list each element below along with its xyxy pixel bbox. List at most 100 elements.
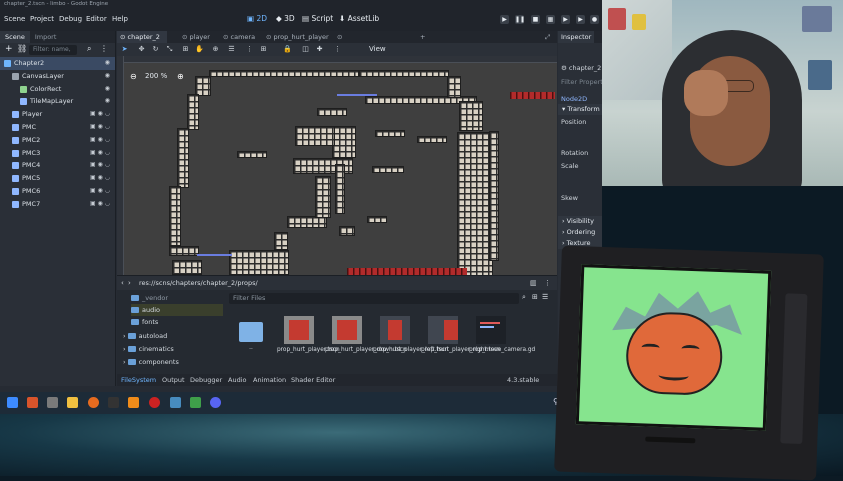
grid-snap-icon[interactable]: ⊞: [259, 45, 268, 54]
folder-cinematics[interactable]: › cinematics: [123, 343, 174, 355]
visibility-icon[interactable]: ◉: [105, 57, 110, 70]
scene-node-chapter2[interactable]: Chapter2 ◉: [0, 57, 115, 70]
tab-chapter-2[interactable]: ⊙ chapter_2 ✕: [117, 31, 167, 53]
select-tool-icon[interactable]: ➤: [120, 45, 129, 54]
section-visibility[interactable]: › Visibility: [558, 216, 602, 227]
lock-icon[interactable]: 🔒: [283, 45, 292, 54]
group-icon[interactable]: ◫: [301, 45, 310, 54]
visibility-icon[interactable]: ▣ ◉ ◡: [90, 185, 110, 198]
menu-dots-icon[interactable]: ⋮: [100, 44, 108, 53]
visibility-icon[interactable]: ◉: [105, 70, 110, 83]
scene-node-pmc3[interactable]: PMC3 ▣ ◉ ◡: [0, 147, 115, 160]
workspace-2d[interactable]: ▣ 2D: [247, 14, 267, 23]
split-view-icon[interactable]: ▥: [530, 279, 537, 287]
view-menu-icon[interactable]: ⋮: [333, 45, 342, 54]
app-icon[interactable]: [47, 397, 58, 408]
visibility-icon[interactable]: ▣ ◉ ◡: [90, 159, 110, 172]
obs-icon[interactable]: [149, 397, 160, 408]
zoom-level[interactable]: 200 %: [145, 72, 167, 80]
menu-debug[interactable]: Debug: [59, 15, 82, 23]
scene-filter-input[interactable]: Filter: name,: [29, 45, 77, 55]
scene-node-pmc4[interactable]: PMC4 ▣ ◉ ◡: [0, 159, 115, 172]
files-filter-input[interactable]: Filter Files: [229, 293, 519, 304]
tab-audio[interactable]: Audio: [228, 374, 246, 386]
tab-prop-hurt-player-left[interactable]: ⊙ prop_hurt_player_left: [334, 31, 412, 53]
folder-autoload[interactable]: › autoload: [123, 330, 167, 342]
rotate-tool-icon[interactable]: ↻: [151, 45, 160, 54]
pause-icon[interactable]: ❚❚: [515, 15, 525, 24]
back-icon[interactable]: ‹: [121, 279, 124, 287]
scene-node-pmc7[interactable]: PMC7 ▣ ◉ ◡: [0, 198, 115, 211]
vlc-icon[interactable]: [128, 397, 139, 408]
tab-player[interactable]: ⊙ player: [179, 31, 219, 43]
workspace-script[interactable]: ▤ Script: [302, 14, 333, 23]
scene-node-colorrect[interactable]: ColorRect ◉: [0, 83, 115, 96]
movie-icon[interactable]: ●: [590, 15, 599, 24]
link-icon[interactable]: ⛓: [17, 44, 27, 53]
folder-audio[interactable]: audio: [131, 304, 223, 316]
tab-camera[interactable]: ⊙ camera: [220, 31, 262, 43]
fs-menu-icon[interactable]: ⋮: [544, 279, 551, 287]
file-parent-folder[interactable]: ..: [229, 316, 273, 352]
scene-node-pmc6[interactable]: PMC6 ▣ ◉ ◡: [0, 185, 115, 198]
scene-node-pmc[interactable]: PMC ▣ ◉ ◡: [0, 121, 115, 134]
add-node-icon[interactable]: +: [5, 44, 13, 54]
tab-output[interactable]: Output: [162, 374, 185, 386]
visibility-icon[interactable]: ▣ ◉ ◡: [90, 198, 110, 211]
menu-project[interactable]: Project: [30, 15, 54, 23]
list-tool-icon[interactable]: ☰: [227, 45, 236, 54]
firefox-icon[interactable]: [88, 397, 99, 408]
godot-icon[interactable]: [170, 397, 181, 408]
windows-start-icon[interactable]: [7, 397, 18, 408]
file-prop-move-camera[interactable]: prop_move_camera.gd: [469, 316, 535, 354]
file-prop-hurt-player[interactable]: prop_hurt_player.tscn: [277, 316, 340, 354]
remote-debug-icon[interactable]: ▦: [546, 15, 555, 24]
play-icon[interactable]: ▶: [500, 15, 509, 24]
file-prop-hurt-player-left[interactable]: prop_hurt_player_left.tscn: [373, 316, 448, 354]
tab-debugger[interactable]: Debugger: [190, 374, 222, 386]
add-tab-icon[interactable]: +: [417, 31, 427, 43]
visibility-icon[interactable]: ▣ ◉ ◡: [90, 108, 110, 121]
search-files-icon[interactable]: ⌕: [522, 293, 526, 302]
distraction-free-icon[interactable]: ⤢: [542, 31, 552, 43]
play-custom-icon[interactable]: ▶: [576, 15, 585, 24]
file-prop-hurt-player-right[interactable]: prop_hurt_player_right.tscn: [421, 316, 501, 354]
scale-tool-icon[interactable]: ⤡: [165, 45, 174, 54]
menu-help[interactable]: Help: [112, 15, 128, 23]
visibility-icon[interactable]: ▣ ◉ ◡: [90, 134, 110, 147]
stop-icon[interactable]: ■: [531, 15, 540, 24]
search-icon[interactable]: ⌕: [87, 44, 91, 54]
zoom-in-icon[interactable]: ⊕: [177, 72, 184, 81]
skeleton-icon[interactable]: ✚: [315, 45, 324, 54]
folder-components[interactable]: › components: [123, 356, 179, 368]
terminal-icon[interactable]: [108, 397, 119, 408]
workspace-3d[interactable]: ◆ 3D: [276, 14, 295, 23]
visibility-icon[interactable]: ◉: [105, 83, 110, 96]
file-explorer-icon[interactable]: [67, 397, 78, 408]
pan-tool-icon[interactable]: ✋: [195, 45, 204, 54]
tab-scene[interactable]: Scene: [0, 31, 30, 43]
view-menu[interactable]: View: [369, 45, 386, 53]
folder-fonts[interactable]: fonts: [131, 316, 158, 328]
scene-viewport[interactable]: ⊖ 200 % ⊕: [117, 56, 557, 275]
move-tool-icon[interactable]: ✥: [137, 45, 146, 54]
menu-editor[interactable]: Editor: [86, 15, 107, 23]
list-view-icon[interactable]: ☰: [542, 293, 548, 301]
visibility-icon[interactable]: ▣ ◉ ◡: [90, 172, 110, 185]
pivot-tool-icon[interactable]: ⊕: [211, 45, 220, 54]
visibility-icon[interactable]: ◉: [105, 95, 110, 108]
scene-node-pmc5[interactable]: PMC5 ▣ ◉ ◡: [0, 172, 115, 185]
visibility-icon[interactable]: ▣ ◉ ◡: [90, 121, 110, 134]
tab-import[interactable]: Import: [30, 31, 62, 43]
menu-scene[interactable]: Scene: [4, 15, 25, 23]
folder-vendor[interactable]: _vendor: [131, 292, 168, 304]
grid-view-icon[interactable]: ⊞: [532, 293, 538, 301]
section-transform[interactable]: ▾ Transform: [558, 104, 602, 115]
workspace-assetlib[interactable]: ⬇ AssetLib: [339, 14, 379, 23]
app-icon[interactable]: [190, 397, 201, 408]
ruler-tool-icon[interactable]: ⊞: [181, 45, 190, 54]
tab-prop-hurt-player[interactable]: ⊙ prop_hurt_player: [263, 31, 333, 43]
visibility-icon[interactable]: ▣ ◉ ◡: [90, 147, 110, 160]
forward-icon[interactable]: ›: [128, 279, 131, 287]
tab-filesystem[interactable]: FileSystem: [121, 374, 156, 386]
